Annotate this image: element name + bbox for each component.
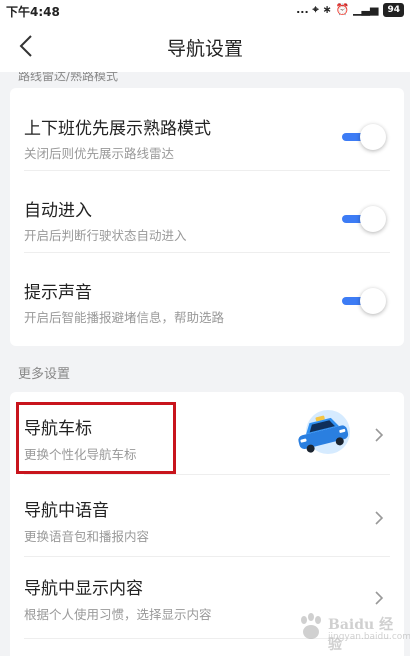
toggle-knob — [360, 206, 386, 232]
car-icon — [298, 410, 350, 454]
partial-section-label: 路线雷达/熟路模式 — [18, 72, 119, 83]
auto-enter-toggle[interactable] — [340, 206, 386, 232]
setting-title: 上下班优先展示熟路模式 — [24, 119, 211, 139]
nav-bar: 导航设置 — [0, 22, 410, 72]
setting-row-auto-enter[interactable]: 自动进入 开启后判断行驶状态自动进入 — [24, 170, 404, 252]
chevron-right-icon — [375, 591, 384, 605]
status-time: 下午4:48 — [6, 5, 60, 19]
item-subtitle: 根据个人使用习惯，选择显示内容 — [24, 607, 212, 622]
item-title: 导航中语音 — [24, 501, 109, 521]
item-subtitle: 更换语音包和播报内容 — [24, 529, 150, 544]
setting-title: 提示声音 — [24, 283, 92, 303]
status-icons: ... ⌖ ∗ ⏰ ▁▃▅ 94 — [296, 3, 404, 17]
paw-icon — [301, 613, 321, 639]
setting-subtitle: 关闭后则优先展示路线雷达 — [24, 146, 175, 161]
status-indicator-icons: ... ⌖ ∗ ⏰ ▁▃▅ — [296, 3, 379, 16]
toggle-knob — [360, 288, 386, 314]
more-settings-label: 更多设置 — [18, 367, 71, 382]
more-item-voice[interactable]: 导航中语音 更换语音包和播报内容 — [24, 474, 404, 556]
toggle-knob — [360, 124, 386, 150]
baidu-jingyan-watermark: Baidu 经验 jingyan.baidu.com — [292, 608, 410, 653]
battery-icon: 94 — [383, 3, 404, 17]
setting-row-familiar-route[interactable]: 上下班优先展示熟路模式 关闭后则优先展示路线雷达 — [24, 88, 404, 170]
chevron-right-icon — [375, 511, 384, 525]
highlight-annotation-box — [16, 402, 176, 474]
setting-subtitle: 开启后智能播报避堵信息，帮助选路 — [24, 310, 225, 325]
sound-toggle[interactable] — [340, 288, 386, 314]
item-title: 导航中显示内容 — [24, 579, 143, 599]
watermark-subtext: jingyan.baidu.com — [328, 632, 410, 642]
familiar-route-toggle[interactable] — [340, 124, 386, 150]
status-bar: 下午4:48 ... ⌖ ∗ ⏰ ▁▃▅ 94 — [0, 0, 410, 22]
page-title: 导航设置 — [166, 38, 243, 60]
setting-title: 自动进入 — [24, 201, 92, 221]
route-settings-card: 上下班优先展示熟路模式 关闭后则优先展示路线雷达 自动进入 开启后判断行驶状态自… — [10, 88, 404, 346]
chevron-right-icon — [375, 428, 384, 442]
setting-subtitle: 开启后判断行驶状态自动进入 — [24, 228, 187, 243]
setting-row-sound[interactable]: 提示声音 开启后智能播报避堵信息，帮助选路 — [24, 252, 404, 334]
